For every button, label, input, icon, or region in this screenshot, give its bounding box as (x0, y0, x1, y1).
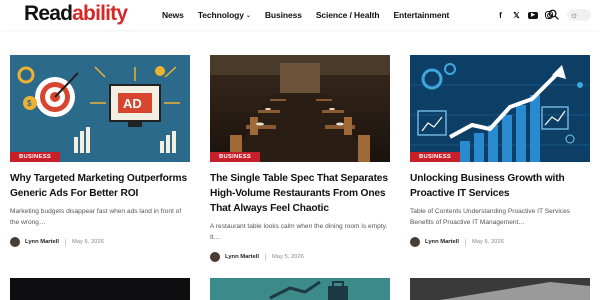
dark-mode-toggle[interactable]: ☼ (567, 9, 591, 21)
article-thumbnail[interactable]: $ AD BUSINESS (10, 55, 190, 162)
article-meta: Lynn Martell May 5, 2026 (410, 237, 590, 247)
nav-label: News (162, 10, 184, 20)
next-article-thumbnail[interactable] (10, 278, 190, 300)
meta-divider (464, 238, 466, 246)
article-excerpt: Marketing budgets disappear fast when ad… (10, 208, 182, 226)
chevron-down-icon: ⌄ (245, 12, 251, 19)
youtube-icon[interactable]: ▶ (528, 11, 538, 19)
nav-label: Science / Health (315, 10, 380, 20)
meta-divider (64, 238, 66, 246)
article-thumbnail[interactable]: BUSINESS (410, 55, 590, 162)
meta-divider (264, 253, 266, 261)
article-title[interactable]: Unlocking Business Growth with Proactive… (410, 171, 590, 201)
article-excerpt: Table of Contents Understanding Proactiv… (410, 208, 571, 226)
article-title[interactable]: Why Targeted Marketing Outperforms Gener… (10, 171, 190, 201)
business-illustration (269, 280, 348, 300)
site-logo[interactable]: Readability (24, 2, 128, 26)
growth-illustration (410, 55, 590, 162)
article-excerpt: A restaurant table looks calm when the d… (210, 223, 388, 241)
sun-icon: ☼ (570, 10, 579, 20)
article-card[interactable]: BUSINESS The Single Table Spec That Sepa… (210, 55, 390, 262)
publish-date: May 5, 2026 (71, 239, 104, 245)
article-meta: Lynn Martell May 5, 2026 (10, 237, 190, 247)
article-card[interactable]: $ AD BUSINESS Why Targeted Marketing Out (10, 55, 190, 247)
next-article-thumbnail[interactable] (410, 278, 590, 300)
marketing-illustration: $ AD (10, 55, 190, 162)
svg-text:$: $ (27, 99, 32, 108)
article-thumbnail[interactable]: BUSINESS (210, 55, 390, 162)
logo-text-ability: ability (72, 2, 128, 25)
nav-item-news[interactable]: News (162, 10, 184, 20)
restaurant-photo (210, 55, 390, 162)
facebook-icon[interactable]: f (496, 11, 505, 20)
author-name[interactable]: Lynn Martell (25, 239, 59, 245)
category-badge[interactable]: BUSINESS (410, 152, 461, 162)
x-icon[interactable]: 𝕏 (512, 11, 521, 20)
main-nav: News Technology ⌄ Business Science / Heal… (162, 0, 463, 30)
avatar[interactable] (10, 237, 20, 247)
nav-label: Entertainment (393, 10, 450, 20)
author-name[interactable]: Lynn Martell (225, 254, 259, 260)
avatar[interactable] (410, 237, 420, 247)
svg-text:AD: AD (123, 96, 142, 111)
nav-label: Business (264, 10, 302, 20)
logo-text-read: Read (24, 2, 73, 25)
publish-date: May 5, 2026 (271, 254, 304, 260)
avatar[interactable] (210, 252, 220, 262)
category-badge[interactable]: BUSINESS (10, 152, 61, 162)
article-title[interactable]: The Single Table Spec That Separates Hig… (210, 171, 390, 216)
article-meta: Lynn Martell May 5, 2026 (210, 252, 390, 262)
nav-item-science-health[interactable]: Science / Health (316, 10, 380, 20)
publish-date: May 5, 2026 (471, 239, 504, 245)
nav-item-entertainment[interactable]: Entertainment (393, 10, 449, 20)
nav-item-technology[interactable]: Technology ⌄ (198, 10, 251, 20)
article-card[interactable]: BUSINESS Unlocking Business Growth with … (410, 55, 590, 247)
author-name[interactable]: Lynn Martell (425, 239, 459, 245)
search-icon[interactable] (548, 9, 559, 20)
next-article-thumbnail[interactable] (210, 278, 390, 300)
site-header: Readability News Technology ⌄ Business Sc… (0, 0, 600, 30)
laptop-photo (410, 278, 590, 300)
nav-label: Technology (197, 10, 244, 20)
category-badge[interactable]: BUSINESS (210, 152, 261, 162)
nav-item-business[interactable]: Business (265, 10, 302, 20)
